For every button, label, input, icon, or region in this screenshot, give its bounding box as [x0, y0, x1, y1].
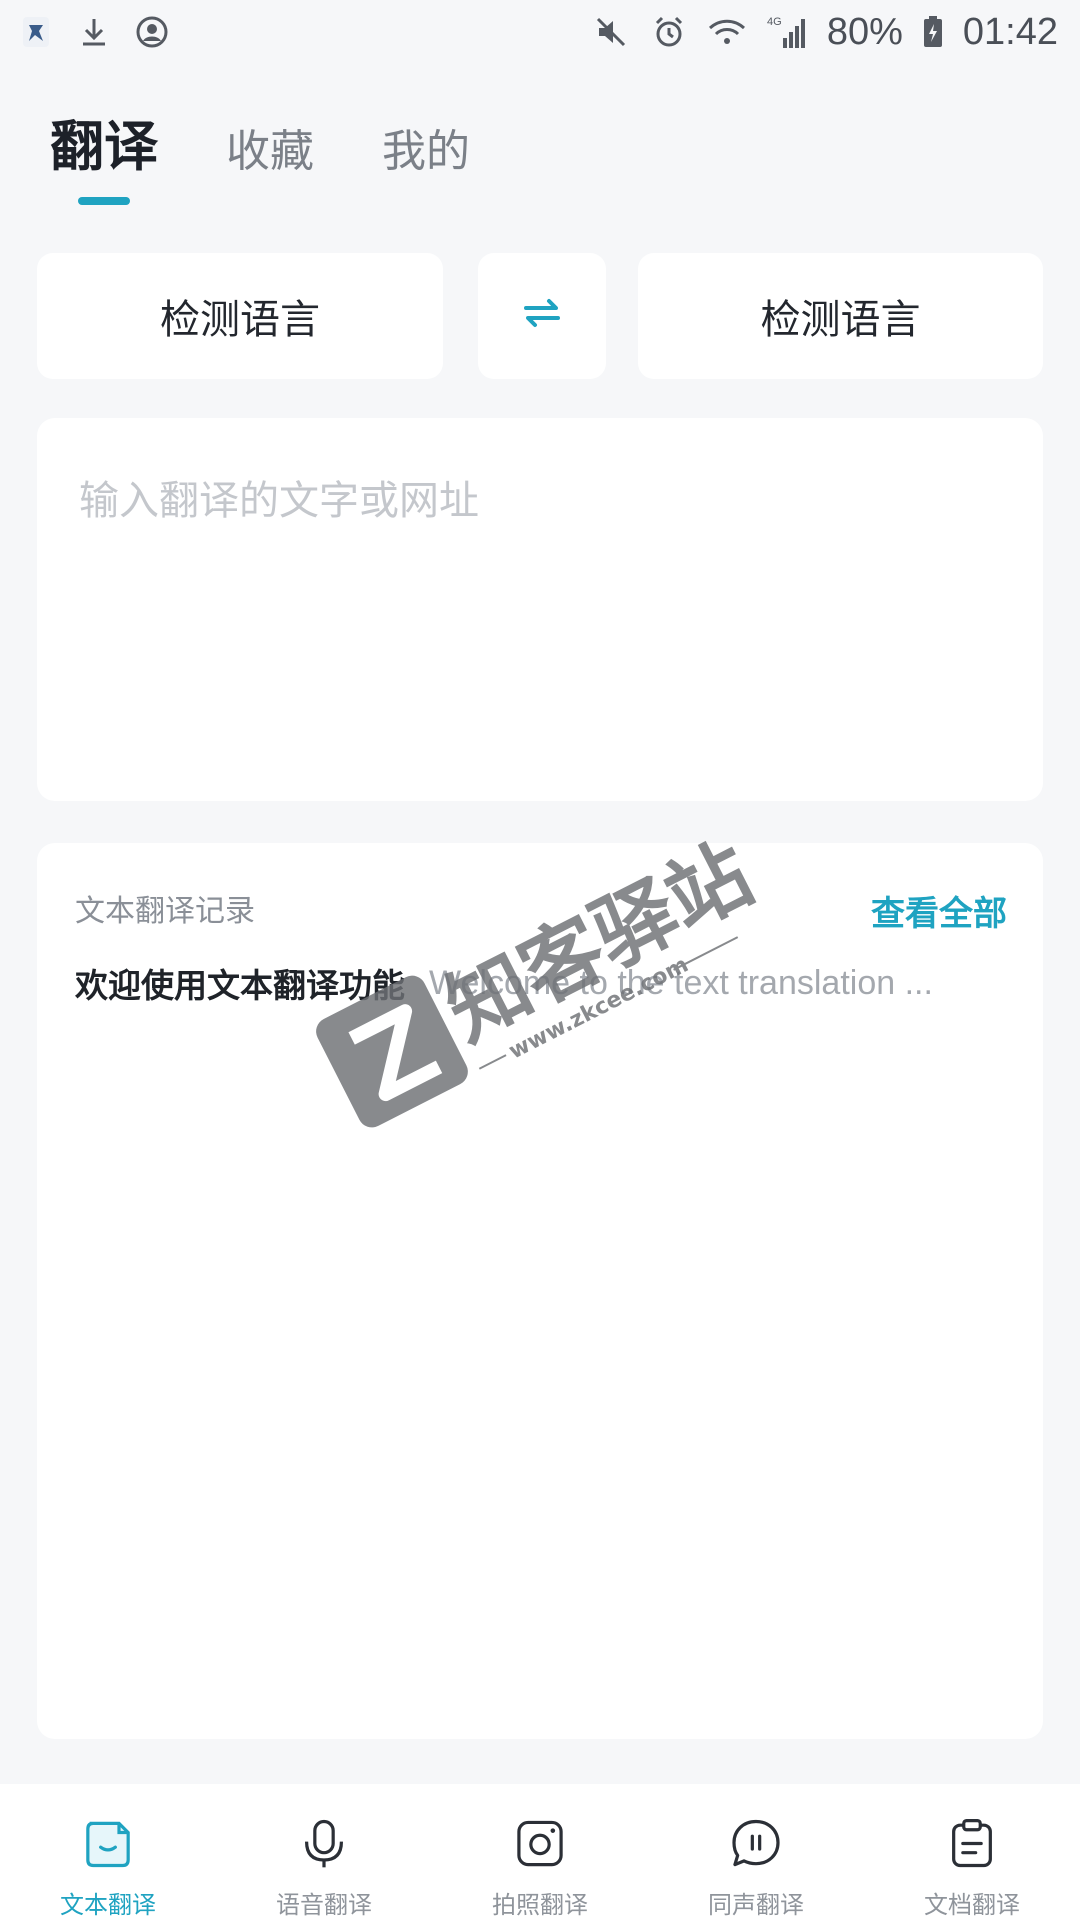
wifi-icon — [707, 12, 747, 52]
camera-icon — [517, 1820, 563, 1867]
target-language-button[interactable]: 检测语言 — [638, 253, 1043, 379]
nav-voice-translate-label: 语音翻译 — [276, 1891, 372, 1919]
translation-input[interactable] — [79, 468, 1001, 751]
tab-translate[interactable]: 翻译 — [50, 120, 158, 205]
nav-voice-translate[interactable]: 语音翻译 — [216, 1784, 432, 1920]
history-item-translation: Welcome to the text translation ... — [429, 963, 933, 1002]
status-left — [16, 12, 172, 52]
network-type-label: 4G — [767, 16, 782, 28]
bottom-nav: 文本翻译 语音翻译 拍照翻译 同声翻译 文档翻译 — [0, 1784, 1080, 1920]
battery-percent: 80% — [826, 10, 903, 53]
nav-simultaneous-translate-label: 同声翻译 — [708, 1891, 804, 1919]
nav-simultaneous-translate[interactable]: 同声翻译 — [648, 1784, 864, 1920]
swap-icon — [522, 293, 562, 339]
nav-document-translate[interactable]: 文档翻译 — [864, 1784, 1080, 1920]
swap-languages-button[interactable] — [478, 253, 606, 379]
target-language-label: 检测语言 — [760, 297, 921, 343]
tab-favorites-label: 收藏 — [226, 126, 314, 177]
account-icon — [132, 12, 172, 52]
status-right: 4G 80% 01:42 — [591, 11, 1058, 54]
battery-icon — [921, 12, 945, 52]
signal-icon: 4G — [765, 12, 809, 52]
alarm-icon — [649, 12, 689, 52]
clock: 01:42 — [962, 10, 1058, 53]
nav-text-translate-label: 文本翻译 — [60, 1891, 156, 1919]
history-title: 文本翻译记录 — [75, 894, 255, 929]
nav-text-translate[interactable]: 文本翻译 — [0, 1784, 216, 1920]
mute-icon — [591, 12, 631, 52]
download-icon — [74, 12, 114, 52]
app-notification-icon — [16, 12, 56, 52]
tab-favorites[interactable]: 收藏 — [226, 130, 314, 174]
chat-bubble-icon — [732, 1819, 780, 1867]
nav-document-translate-label: 文档翻译 — [924, 1891, 1020, 1919]
source-language-button[interactable]: 检测语言 — [37, 253, 443, 379]
top-tabs: 翻译 收藏 我的 — [50, 120, 470, 205]
status-bar: 4G 80% 01:42 — [0, 0, 1080, 64]
text-translate-icon — [86, 1821, 130, 1868]
history-item[interactable]: 欢迎使用文本翻译功能 Welcome to the text translati… — [75, 958, 1005, 1008]
source-language-label: 检测语言 — [160, 297, 320, 343]
active-tab-indicator — [78, 197, 130, 205]
tab-translate-label: 翻译 — [50, 115, 158, 178]
nav-photo-translate[interactable]: 拍照翻译 — [432, 1784, 648, 1920]
nav-photo-translate-label: 拍照翻译 — [492, 1891, 588, 1919]
microphone-icon — [304, 1819, 344, 1868]
translation-input-card — [37, 418, 1043, 801]
tab-mine[interactable]: 我的 — [382, 130, 470, 174]
view-all-link[interactable]: 查看全部 — [871, 886, 1007, 935]
history-card: 文本翻译记录 查看全部 欢迎使用文本翻译功能 Welcome to the te… — [37, 843, 1043, 1739]
tab-mine-label: 我的 — [382, 126, 470, 177]
history-item-source: 欢迎使用文本翻译功能 — [75, 966, 405, 1005]
document-icon — [952, 1818, 992, 1868]
